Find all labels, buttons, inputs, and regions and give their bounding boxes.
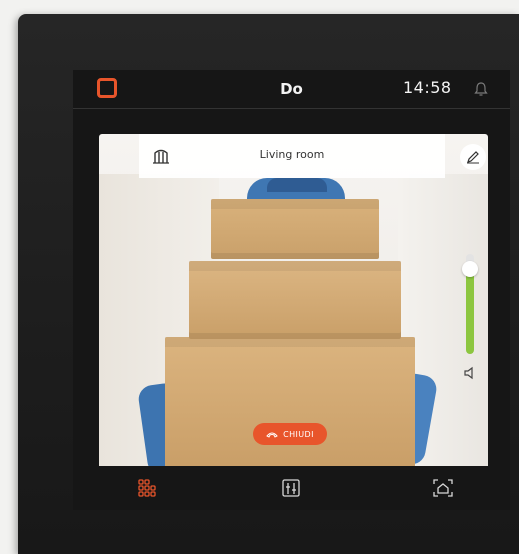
rooms-grid-icon[interactable]	[137, 478, 157, 498]
room-title: Living room	[259, 148, 325, 161]
edit-pencil-icon	[467, 151, 479, 164]
hang-up-label: CHIUDI	[283, 429, 314, 439]
status-bar: Do 14:58	[73, 70, 510, 109]
volume-fill	[466, 269, 474, 354]
courier-head	[267, 178, 327, 192]
edit-button[interactable]	[460, 144, 486, 170]
volume-slider-thumb[interactable]	[462, 261, 478, 277]
parcel-box	[189, 261, 401, 339]
control-panel-icon[interactable]	[281, 478, 301, 498]
camera-home-icon[interactable]	[433, 478, 453, 498]
speaker-icon[interactable]	[462, 366, 478, 380]
room-header: Living room	[139, 134, 445, 178]
intercom-device: Do 14:58 Living room CHIUDI	[18, 14, 519, 554]
parcel-box	[211, 199, 379, 259]
parcel-box	[165, 337, 415, 466]
hang-up-button[interactable]: CHIUDI	[253, 423, 327, 445]
hangup-icon	[266, 432, 278, 438]
video-feed[interactable]: Living room CHIUDI	[99, 134, 488, 466]
bell-icon[interactable]	[474, 81, 488, 97]
bottom-nav	[73, 466, 510, 510]
clock: 14:58	[403, 78, 452, 97]
touch-screen: Do 14:58 Living room CHIUDI	[73, 70, 510, 510]
